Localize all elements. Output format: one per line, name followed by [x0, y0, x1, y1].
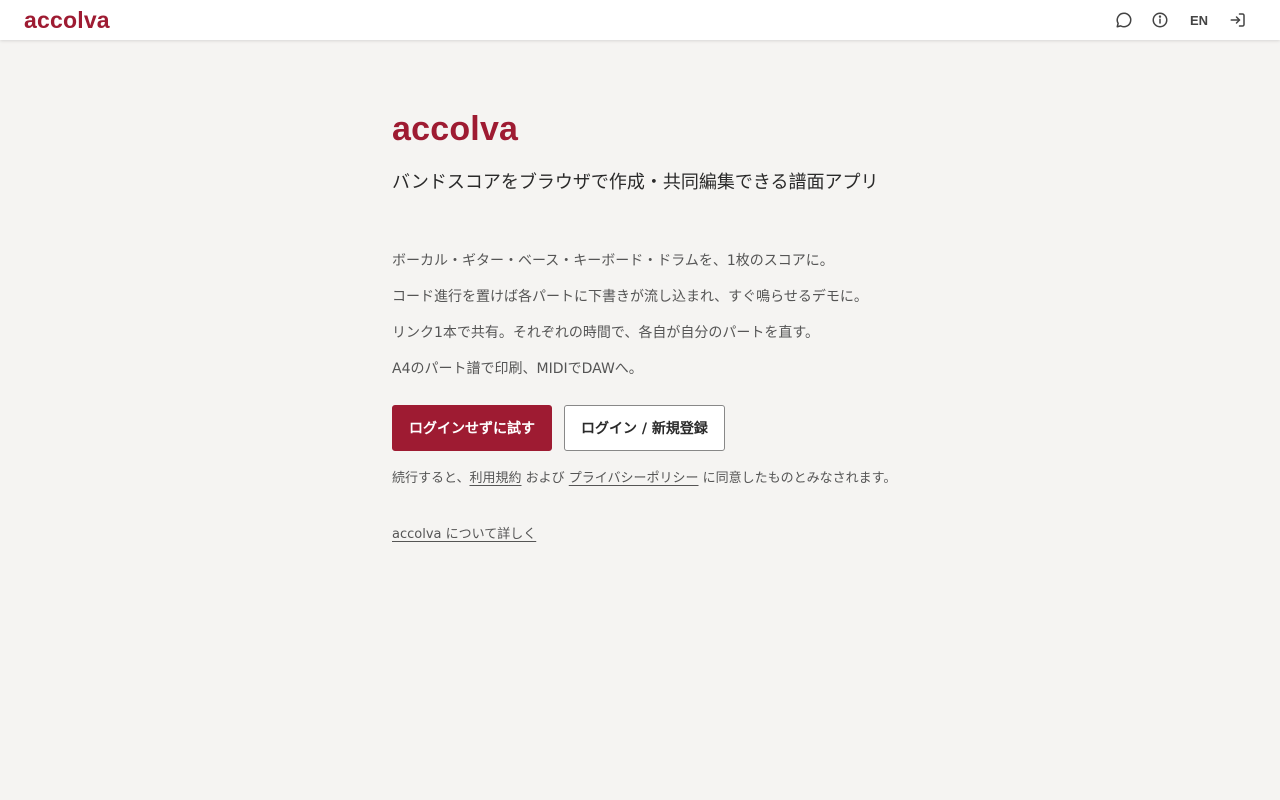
- header-actions: EN: [1106, 4, 1256, 36]
- cta-buttons: ログインせずに試す ログイン / 新規登録: [392, 405, 892, 451]
- info-button[interactable]: [1142, 4, 1178, 36]
- chat-icon: [1116, 12, 1132, 28]
- info-icon: [1152, 12, 1168, 28]
- about-link[interactable]: accolva について詳しく: [392, 527, 536, 542]
- feedback-button[interactable]: [1106, 4, 1142, 36]
- feature-list: ボーカル・ギター・ベース・キーボード・ドラムを、1枚のスコアに。 コード進行を置…: [392, 251, 892, 395]
- hero-logo: accolva: [392, 110, 519, 148]
- terms-of-service-link[interactable]: 利用規約: [469, 471, 521, 486]
- top-bar: accolva EN: [0, 0, 1280, 40]
- login-icon-button[interactable]: [1220, 4, 1256, 36]
- privacy-policy-link[interactable]: プライバシーポリシー: [569, 471, 699, 486]
- terms-middle: および: [521, 471, 569, 486]
- terms-notice: 続行すると、利用規約 および プライバシーポリシー に同意したものとみなされます…: [392, 470, 896, 488]
- header-logo[interactable]: accolva: [24, 0, 110, 40]
- about-section: accolva について詳しく: [392, 526, 892, 544]
- try-without-login-button[interactable]: ログインせずに試す: [392, 405, 552, 451]
- feature-item: リンク1本で共有。それぞれの時間で、各自が自分のパートを直す。: [392, 325, 819, 341]
- feature-item: ボーカル・ギター・ベース・キーボード・ドラムを、1枚のスコアに。: [392, 253, 834, 269]
- feature-item: A4のパート譜で印刷、MIDIでDAWへ。: [392, 361, 643, 377]
- tagline: バンドスコアをブラウザで作成・共同編集できる譜面アプリ: [392, 172, 879, 193]
- feature-item: コード進行を置けば各パートに下書きが流し込まれ、すぐ鳴らせるデモに。: [392, 289, 868, 305]
- landing-content: accolva バンドスコアをブラウザで作成・共同編集できる譜面アプリ ボーカル…: [392, 108, 896, 544]
- login-icon: [1230, 13, 1245, 27]
- language-toggle[interactable]: EN: [1178, 13, 1220, 28]
- login-register-button[interactable]: ログイン / 新規登録: [564, 405, 725, 451]
- terms-prefix: 続行すると、: [392, 471, 470, 486]
- terms-suffix: に同意したものとみなされます。: [698, 471, 897, 486]
